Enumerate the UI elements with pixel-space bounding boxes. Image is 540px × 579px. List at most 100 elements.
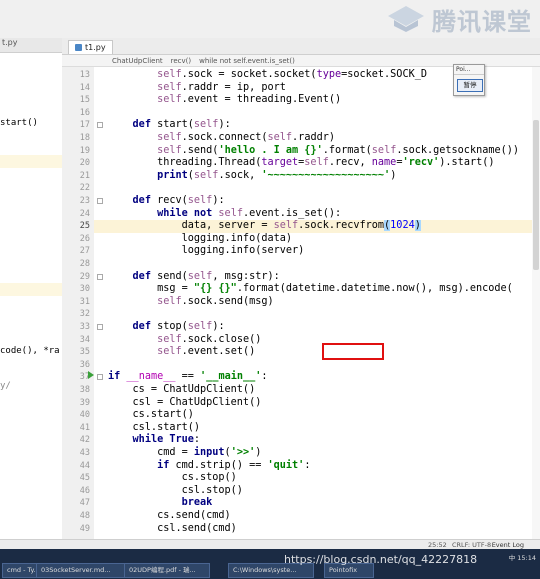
code-line[interactable]: logging.info(server) [108, 245, 540, 258]
cursor-position[interactable]: 25:52 [428, 541, 447, 549]
line-number: 40 [79, 410, 90, 421]
line-number: 23 [79, 196, 90, 206]
fold-toggle-icon[interactable] [97, 324, 103, 330]
breadcrumb-item[interactable]: recv() [171, 57, 191, 65]
line-number: 13 [79, 70, 90, 80]
code-line[interactable] [108, 308, 540, 321]
line-number: 18 [79, 133, 90, 143]
line-number: 41 [79, 422, 90, 433]
line-number: 32 [79, 309, 90, 320]
code-line[interactable]: if cmd.strip() == 'quit': [108, 460, 540, 473]
code-line[interactable] [108, 107, 540, 120]
line-number: 47 [79, 498, 90, 509]
line-number: 25 [79, 221, 90, 232]
code-line[interactable]: self.sock.send(msg) [108, 296, 540, 309]
code-line[interactable]: data, server = self.sock.recvfrom(1024) [108, 220, 540, 233]
code-line[interactable] [108, 182, 540, 195]
line-number: 42 [79, 435, 90, 446]
code-line[interactable]: cs.send(cmd) [108, 510, 540, 523]
line-number: 38 [79, 385, 90, 395]
line-number: 48 [79, 511, 90, 521]
line-number: 20 [79, 158, 90, 169]
code-line[interactable]: self.send('hello . I am {}'.format(self.… [108, 145, 540, 158]
line-number: 15 [79, 95, 90, 106]
taskbar-item[interactable]: 03SocketServer.md... [36, 563, 126, 578]
taskbar-item[interactable]: 02UDP编程.pdf - 瑞... [124, 563, 210, 578]
code-line[interactable]: csl.stop() [108, 485, 540, 498]
line-number: 21 [79, 170, 90, 181]
code-line[interactable]: print(self.sock, '~~~~~~~~~~~~~~~~~~~') [108, 170, 540, 183]
code-line[interactable]: logging.info(data) [108, 233, 540, 246]
tab-t1-py[interactable]: t1.py [68, 40, 113, 54]
ime-indicator[interactable]: 中 [509, 554, 516, 562]
event-log-button[interactable]: Event Log [492, 541, 524, 549]
run-main-icon[interactable] [88, 371, 94, 379]
left-panel-code-snippet: code(), *ra [0, 346, 60, 356]
line-number: 24 [79, 208, 90, 219]
code-line[interactable]: def stop(self): [108, 321, 540, 334]
csdn-watermark: https://blog.csdn.net/qq_42227818 [284, 553, 478, 566]
breadcrumb-item[interactable]: while not self.event.is_set() [199, 57, 295, 65]
watermark: 腾讯课堂 [386, 2, 532, 36]
fold-toggle-icon[interactable] [97, 273, 103, 280]
code-line[interactable]: csl.start() [108, 422, 540, 435]
code-line[interactable]: threading.Thread(target=self.recv, name=… [108, 157, 540, 170]
code-line[interactable]: cs = ChatUdpClient() [108, 384, 540, 397]
code-line[interactable]: cmd = input('>>') [108, 447, 540, 460]
breadcrumb-item[interactable]: ChatUdpClient [112, 57, 163, 65]
scrollbar-thumb[interactable] [533, 120, 539, 270]
line-number: 37 [79, 372, 90, 383]
code-line[interactable] [108, 258, 540, 271]
line-number: 46 [79, 485, 90, 496]
clock-time: 15:14 [517, 554, 536, 562]
line-number: 19 [79, 145, 90, 156]
code-line[interactable]: break [108, 497, 540, 510]
line-number: 43 [79, 448, 90, 458]
file-encoding[interactable]: CRLF: UTF-8 [452, 541, 491, 549]
code-editor[interactable]: self.sock = socket.socket(type=socket.SO… [108, 67, 540, 539]
code-line[interactable]: while not self.event.is_set(): [108, 208, 540, 221]
left-panel-highlight [0, 155, 62, 168]
python-file-icon [75, 44, 82, 51]
line-number: 35 [79, 347, 90, 358]
code-line[interactable]: msg = "{} {}".format(datetime.datetime.n… [108, 283, 540, 296]
fold-toggle-icon[interactable] [97, 122, 103, 129]
taskbar-item[interactable]: cmd - Ty... [2, 563, 40, 578]
line-number: 28 [79, 259, 90, 269]
popup-title: Poi... [454, 65, 484, 75]
pointofix-popup[interactable]: Poi... 暂停 [453, 64, 485, 96]
line-number: 16 [79, 107, 90, 118]
project-panel-header: t.py [0, 38, 62, 53]
line-number: 45 [79, 473, 90, 484]
line-number: 34 [79, 334, 90, 345]
fold-toggle-icon[interactable] [97, 198, 103, 204]
line-number: 31 [79, 296, 90, 307]
code-line[interactable]: cs.start() [108, 409, 540, 422]
video-header-strip: 腾讯课堂 [0, 0, 540, 38]
left-panel-code-snippet: start() [0, 118, 38, 128]
code-line[interactable]: while True: [108, 434, 540, 447]
current-line-fold-highlight [94, 220, 108, 233]
fold-toggle-icon[interactable] [97, 374, 103, 381]
code-line[interactable]: def send(self, msg:str): [108, 271, 540, 284]
code-line[interactable] [108, 359, 540, 372]
line-number-gutter[interactable]: 13 14 15 16 17 18 19 20 21 22 23 24 25 26 27 28 29 30 31 32… [62, 67, 95, 539]
taskbar-clock[interactable]: 中 15:14 [509, 552, 536, 562]
code-line[interactable]: if __name__ == '__main__': [108, 371, 540, 384]
code-line[interactable]: self.event = threading.Event() [108, 94, 540, 107]
pause-button[interactable]: 暂停 [457, 79, 483, 92]
line-number: 33 [79, 322, 90, 332]
code-line[interactable]: def start(self): [108, 119, 540, 132]
line-number: 49 [79, 523, 90, 534]
fold-column[interactable] [94, 67, 108, 539]
code-line[interactable]: def recv(self): [108, 195, 540, 208]
line-number: 26 [79, 233, 90, 244]
code-line[interactable]: self.sock.connect(self.raddr) [108, 132, 540, 145]
code-line[interactable]: cs.stop() [108, 472, 540, 485]
code-line[interactable]: csl.send(cmd) [108, 523, 540, 536]
line-number: 17 [79, 120, 90, 131]
line-number: 44 [79, 460, 90, 471]
editor-tab-bar: t1.py [62, 38, 540, 55]
code-line[interactable]: csl = ChatUdpClient() [108, 397, 540, 410]
project-tool-window[interactable]: t.py start() code(), *ra y/ [0, 38, 63, 548]
